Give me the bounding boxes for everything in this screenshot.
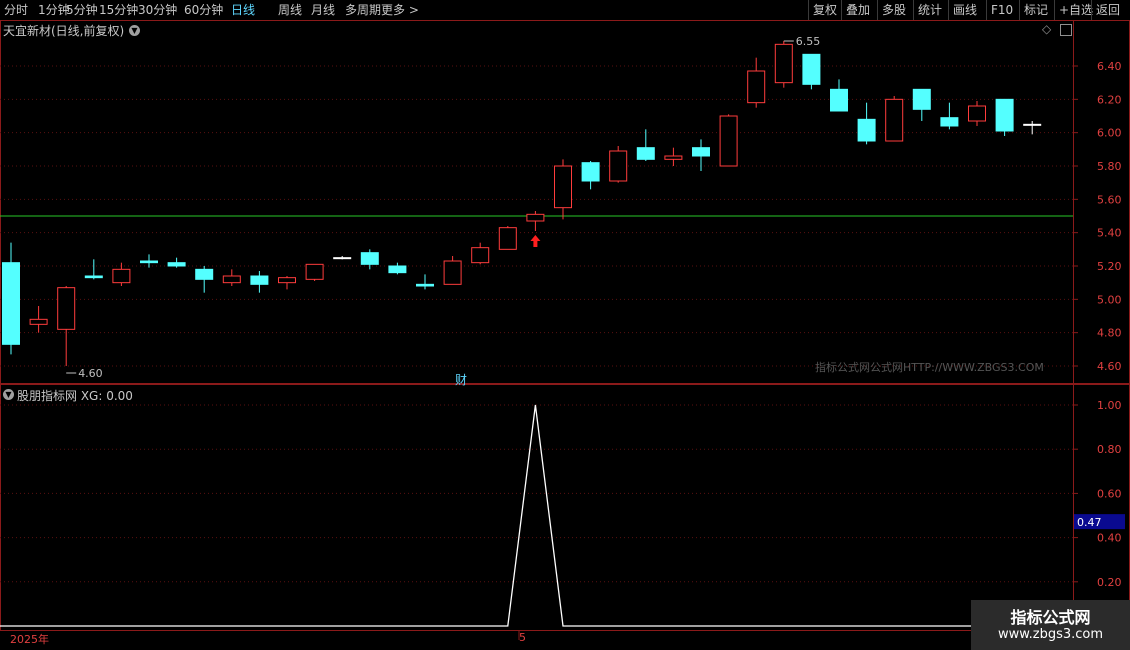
brand-watermark: 指标公式网 www.zbgs3.com	[971, 600, 1130, 650]
candle-body	[664, 155, 683, 160]
candle-body	[1023, 123, 1042, 126]
candle-body	[857, 118, 876, 142]
y-tick-label: 5.80	[1097, 160, 1122, 173]
candle-body	[774, 43, 793, 84]
y-tick-label: 0.40	[1097, 532, 1122, 545]
candle-body	[692, 147, 710, 157]
y-tick-label: 6.40	[1097, 60, 1122, 73]
watermark-text: 指标公式网公式网HTTP://WWW.ZBGS3.COM	[815, 361, 1044, 374]
finance-event-marker[interactable]: 财	[455, 371, 467, 388]
high-price-label: 6.55	[796, 35, 821, 48]
y-tick-label: 4.60	[1097, 360, 1122, 373]
xg-series-line	[0, 404, 1073, 627]
candle-body	[802, 53, 821, 85]
candle-body	[912, 88, 931, 110]
chart-canvas: 6.40 6.20 6.00 5.80 5.60 5.40 5.20 5.00 4.80 4.60…	[0, 20, 1130, 640]
cursor-value-label: 0.47	[1077, 516, 1102, 529]
y-tick-label: 1.00	[1097, 399, 1122, 412]
candle-body	[498, 227, 517, 250]
candle-body	[167, 262, 186, 267]
candle-body	[526, 213, 545, 222]
candle-body	[940, 117, 959, 127]
candle-body	[140, 260, 158, 264]
y-tick-label: 5.60	[1097, 193, 1122, 206]
x-axis-year-label: 2025年	[10, 633, 49, 646]
chevron-down-icon[interactable]: ▼	[129, 25, 140, 36]
candle-body	[636, 147, 655, 160]
candle-body	[416, 283, 434, 287]
chevron-down-icon[interactable]: ▼	[3, 389, 14, 400]
buy-signal-arrow-icon	[530, 235, 541, 247]
candle-body	[360, 252, 379, 265]
y-tick-label: 5.20	[1097, 260, 1122, 273]
candle-body	[250, 275, 269, 285]
candle-body	[471, 247, 490, 264]
candle-body	[333, 257, 352, 260]
main-chart-title: 天宜新材(日线,前复权)	[3, 24, 125, 38]
y-tick-label: 0.20	[1097, 576, 1122, 589]
y-tick-label: 0.80	[1097, 443, 1122, 456]
diamond-icon[interactable]: ◇	[1042, 22, 1051, 36]
candle-body	[112, 268, 131, 284]
candle-body	[388, 265, 407, 274]
candle-body	[195, 268, 214, 280]
candle-body	[609, 150, 628, 182]
indicator-title: 股朋指标网 XG: 0.00	[17, 389, 133, 403]
candle-body	[885, 98, 904, 142]
candle-body	[747, 70, 766, 104]
brand-name: 指标公式网	[1010, 608, 1091, 627]
y-tick-label: 6.00	[1097, 127, 1122, 140]
y-tick-label: 4.80	[1097, 327, 1122, 340]
candle-body	[443, 260, 462, 285]
candle-body	[29, 318, 48, 325]
candle-body	[830, 88, 848, 112]
candle-body	[968, 105, 986, 122]
y-tick-label: 5.40	[1097, 227, 1122, 240]
x-axis-month-label: 5	[519, 631, 526, 644]
candle-body	[995, 98, 1014, 132]
candle-body	[84, 275, 103, 279]
candle-body	[305, 263, 324, 280]
brand-url: www.zbgs3.com	[997, 627, 1104, 642]
y-tick-label: 0.60	[1097, 487, 1122, 500]
candle-body	[57, 287, 76, 330]
candle-body	[222, 275, 241, 284]
candle-body	[2, 262, 20, 345]
panel-toggle-icon[interactable]	[1060, 24, 1072, 36]
low-price-label: 4.60	[78, 367, 103, 380]
indicator-panel-frame	[0, 384, 1130, 631]
candle-body	[278, 277, 296, 284]
y-tick-label: 5.00	[1097, 293, 1122, 306]
candle-body	[554, 165, 572, 209]
candle-body	[581, 162, 600, 182]
y-tick-label: 6.20	[1097, 93, 1122, 106]
candle-body	[719, 115, 738, 167]
